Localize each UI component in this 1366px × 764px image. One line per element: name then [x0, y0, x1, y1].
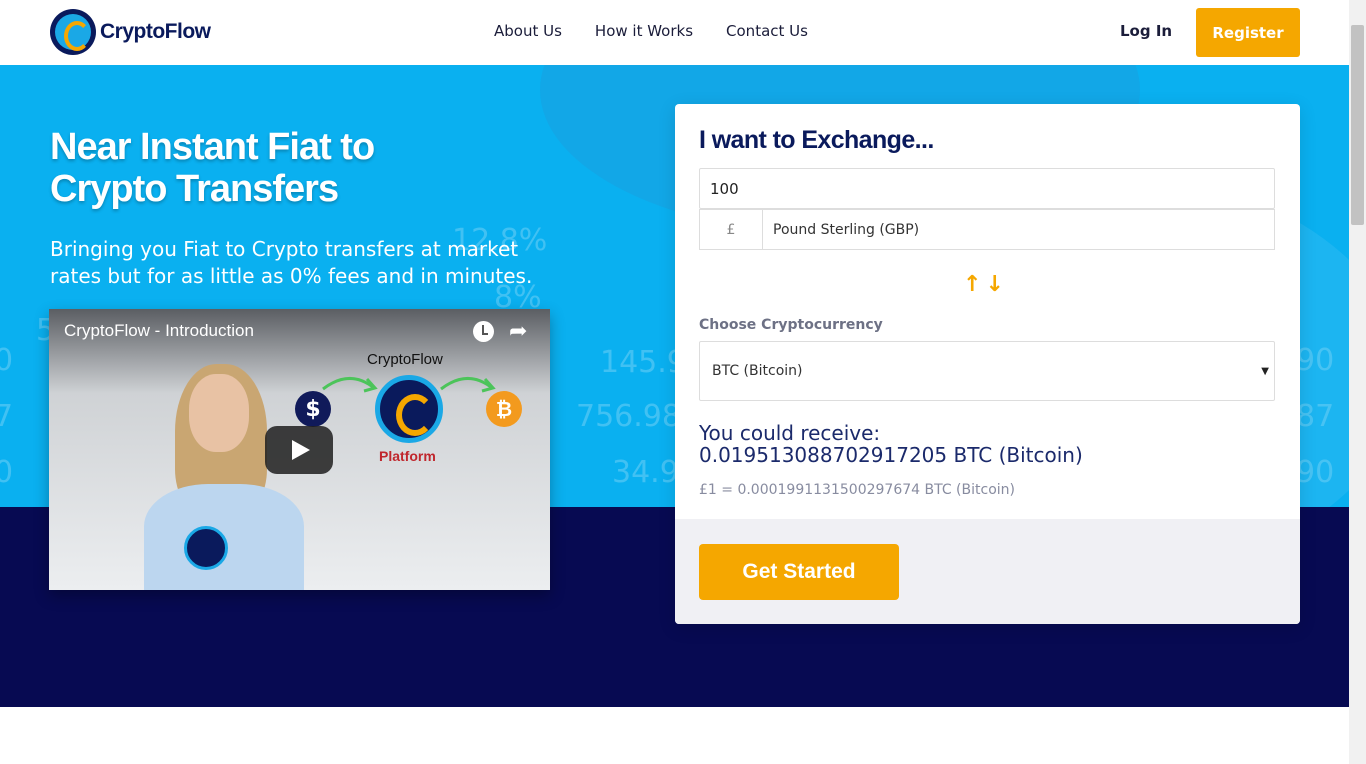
bg-number: 87: [1296, 399, 1335, 434]
bg-number: 0: [0, 455, 14, 490]
arrow-right-icon: [322, 377, 378, 393]
video-flow-label: CryptoFlow: [367, 351, 443, 368]
bg-number: 145.9: [600, 345, 686, 380]
bg-number: 90: [1296, 455, 1335, 490]
exchange-rate: £1 = 0.0001991131500297674 BTC (Bitcoin): [699, 482, 1015, 498]
bg-number: 90: [1296, 343, 1335, 378]
page-scrollbar[interactable]: [1349, 0, 1366, 764]
login-link[interactable]: Log In: [1120, 22, 1172, 40]
exchange-title: I want to Exchange...: [699, 126, 934, 154]
crypto-selected-value: BTC (Bitcoin): [712, 363, 803, 379]
play-button[interactable]: [265, 426, 333, 474]
presenter-image: [139, 364, 309, 590]
caret-down-icon: ▼: [1261, 366, 1269, 377]
swap-button[interactable]: ↑ ↓: [963, 272, 1004, 297]
currency-name: Pound Sterling (GBP): [773, 221, 920, 238]
cryptoflow-logo-icon: [50, 9, 96, 55]
watch-later-icon[interactable]: [473, 321, 494, 342]
brand-name: CryptoFlow: [100, 20, 211, 43]
video-platform-label: Platform: [379, 448, 436, 464]
amount-input[interactable]: [699, 168, 1275, 209]
register-button[interactable]: Register: [1196, 8, 1300, 57]
nav-how-it-works[interactable]: How it Works: [595, 22, 693, 40]
main-nav: About Us How it Works Contact Us: [494, 22, 808, 40]
bg-number: 0: [0, 343, 14, 378]
share-icon[interactable]: ➦: [509, 319, 527, 344]
bg-number: 756.98: [576, 399, 681, 434]
intro-video[interactable]: CryptoFlow - Introduction ➦ CryptoFlow $…: [49, 309, 550, 590]
shirt-logo-icon: [184, 526, 228, 570]
hero-title: Near Instant Fiat to Crypto Transfers: [50, 126, 375, 210]
nav-about-us[interactable]: About Us: [494, 22, 562, 40]
arrow-right-icon: [440, 377, 496, 393]
site-header: CryptoFlow About Us How it Works Contact…: [0, 0, 1349, 65]
receive-value: 0.019513088702917205 BTC (Bitcoin): [699, 443, 1083, 467]
crypto-select[interactable]: BTC (Bitcoin) ▼: [699, 341, 1275, 401]
arrow-down-icon: ↓: [985, 272, 1004, 297]
brand-logo[interactable]: CryptoFlow: [50, 9, 211, 55]
receive-label: You could receive:: [699, 421, 881, 445]
bg-number: 34.9: [612, 455, 679, 490]
bg-number: 7: [0, 399, 14, 434]
nav-contact-us[interactable]: Contact Us: [726, 22, 808, 40]
exchange-card: I want to Exchange... £ Pound Sterling (…: [675, 104, 1300, 624]
currency-symbol: £: [700, 210, 763, 249]
card-footer: Get Started: [675, 519, 1300, 624]
scrollbar-thumb[interactable]: [1351, 25, 1364, 225]
fiat-currency-select[interactable]: £ Pound Sterling (GBP): [699, 209, 1275, 250]
get-started-button[interactable]: Get Started: [699, 544, 899, 600]
crypto-label: Choose Cryptocurrency: [699, 317, 883, 333]
presenter-face: [189, 374, 249, 452]
arrow-up-icon: ↑: [963, 272, 982, 297]
video-title[interactable]: CryptoFlow - Introduction: [64, 321, 254, 341]
hero-subtitle: Bringing you Fiat to Crypto transfers at…: [50, 237, 533, 288]
platform-logo-icon: [375, 375, 443, 443]
